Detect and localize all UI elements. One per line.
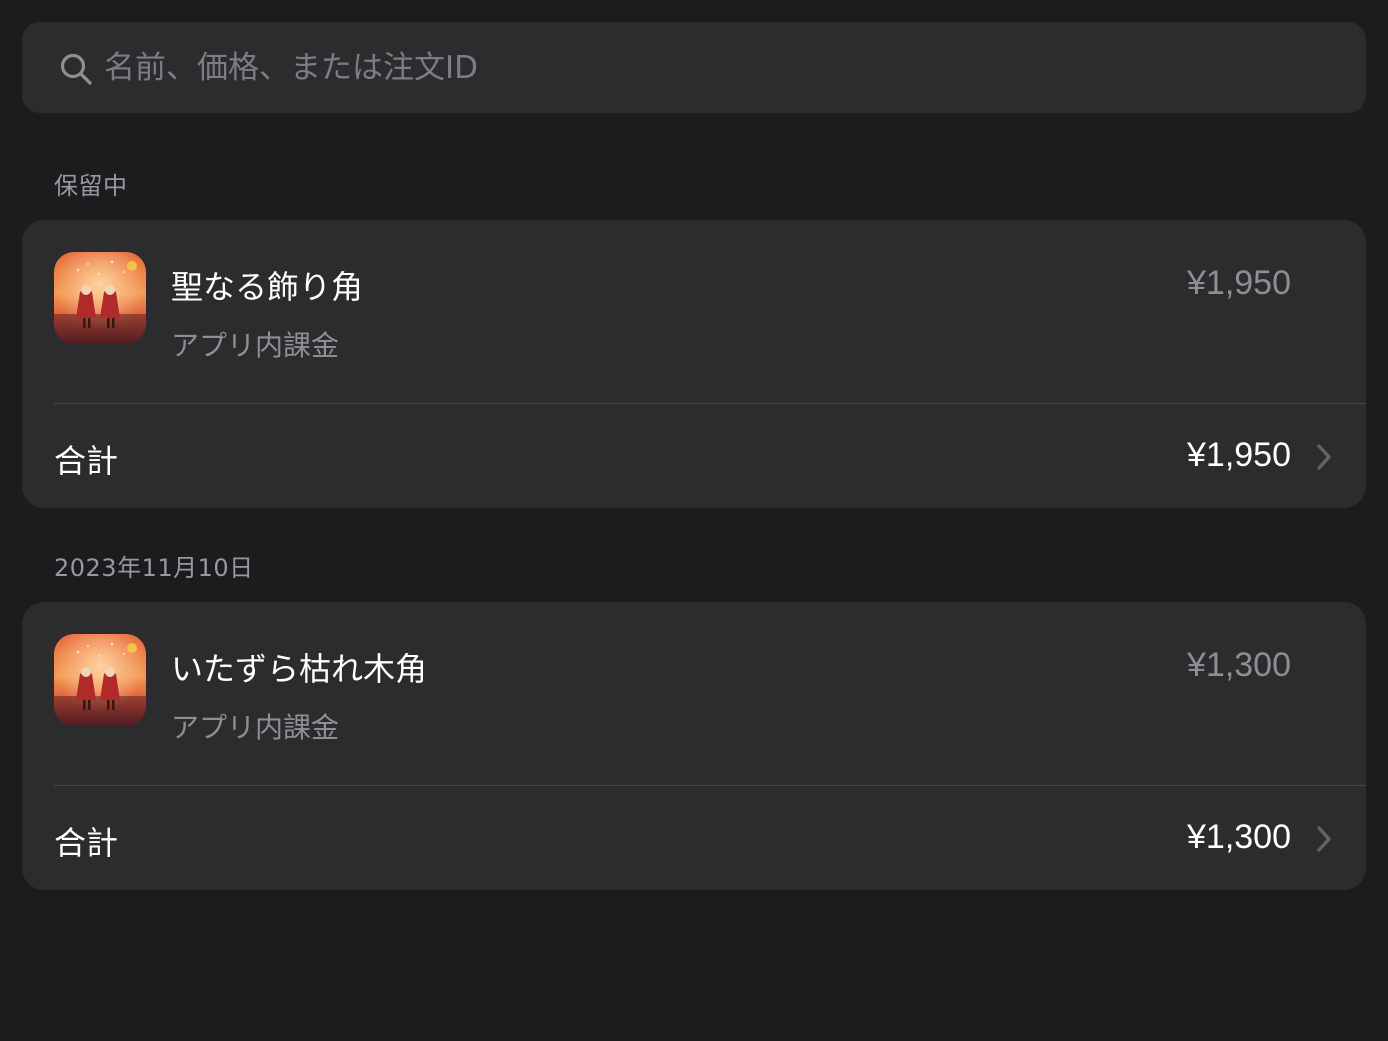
total-label: 合計 bbox=[54, 442, 119, 480]
total-amount: ¥1,300 bbox=[1187, 818, 1291, 856]
total-label: 合計 bbox=[54, 824, 119, 862]
search-bar[interactable] bbox=[22, 22, 1366, 113]
item-subtitle: アプリ内課金 bbox=[171, 329, 340, 362]
total-row[interactable]: 合計 ¥1,950 bbox=[22, 404, 1366, 508]
order-card: 聖なる飾り角 アプリ内課金 ¥1,950 合計 ¥1,950 bbox=[22, 220, 1366, 508]
item-title: 聖なる飾り角 bbox=[171, 268, 364, 306]
item-title: いたずら枯れ木角 bbox=[171, 650, 428, 688]
order-item-row[interactable]: いたずら枯れ木角 アプリ内課金 ¥1,300 bbox=[22, 602, 1366, 786]
chevron-right-icon bbox=[1317, 826, 1331, 852]
search-icon bbox=[60, 53, 92, 85]
item-price: ¥1,950 bbox=[1187, 264, 1291, 302]
app-icon bbox=[54, 634, 146, 726]
chevron-right-icon bbox=[1317, 444, 1331, 470]
item-price: ¥1,300 bbox=[1187, 646, 1291, 684]
section-header-date: 2023年11月10日 bbox=[54, 554, 254, 582]
item-subtitle: アプリ内課金 bbox=[171, 711, 340, 744]
order-item-row[interactable]: 聖なる飾り角 アプリ内課金 ¥1,950 bbox=[22, 220, 1366, 404]
search-input[interactable] bbox=[104, 40, 1344, 96]
order-card: いたずら枯れ木角 アプリ内課金 ¥1,300 合計 ¥1,300 bbox=[22, 602, 1366, 890]
purchase-history-page: 保留中 bbox=[0, 0, 1388, 1041]
section-header-pending: 保留中 bbox=[54, 172, 128, 200]
total-row[interactable]: 合計 ¥1,300 bbox=[22, 786, 1366, 890]
app-icon bbox=[54, 252, 146, 344]
total-amount: ¥1,950 bbox=[1187, 436, 1291, 474]
